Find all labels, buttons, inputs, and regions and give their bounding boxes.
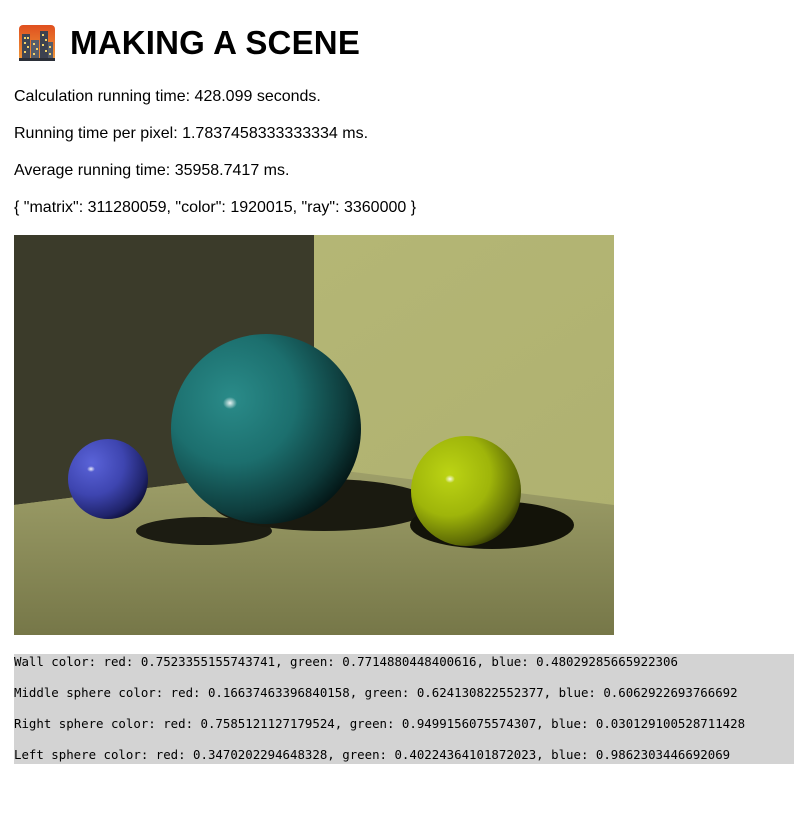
rendered-scene-image xyxy=(14,235,614,635)
left-sphere xyxy=(68,439,148,519)
operation-counts-text: { "matrix": 311280059, "color": 1920015,… xyxy=(14,199,417,216)
page-title: MAKING A SCENE xyxy=(70,24,361,61)
left-sphere-color-text: Left sphere color: red: 0.34702022946483… xyxy=(14,747,731,762)
right-sphere xyxy=(411,436,521,546)
time-per-pixel-text: Running time per pixel: 1.78374583333333… xyxy=(14,125,369,142)
page-header: MAKING A SCENE xyxy=(18,22,360,64)
average-time-text: Average running time: 35958.7417 ms. xyxy=(14,162,290,179)
middle-sphere xyxy=(171,334,361,524)
right-sphere-highlight xyxy=(445,475,455,483)
wall-color-text: Wall color: red: 0.7523355155743741, gre… xyxy=(14,654,678,669)
city-skyline-icon xyxy=(19,25,55,61)
middle-sphere-color-text: Middle sphere color: red: 0.166374633968… xyxy=(14,685,738,700)
right-sphere-color-text: Right sphere color: red: 0.7585121127179… xyxy=(14,716,746,731)
middle-sphere-highlight xyxy=(223,397,237,409)
calculation-time-text: Calculation running time: 428.099 second… xyxy=(14,88,321,105)
color-values-panel: Wall color: red: 0.7523355155743741, gre… xyxy=(14,654,794,764)
left-sphere-highlight xyxy=(87,466,95,472)
